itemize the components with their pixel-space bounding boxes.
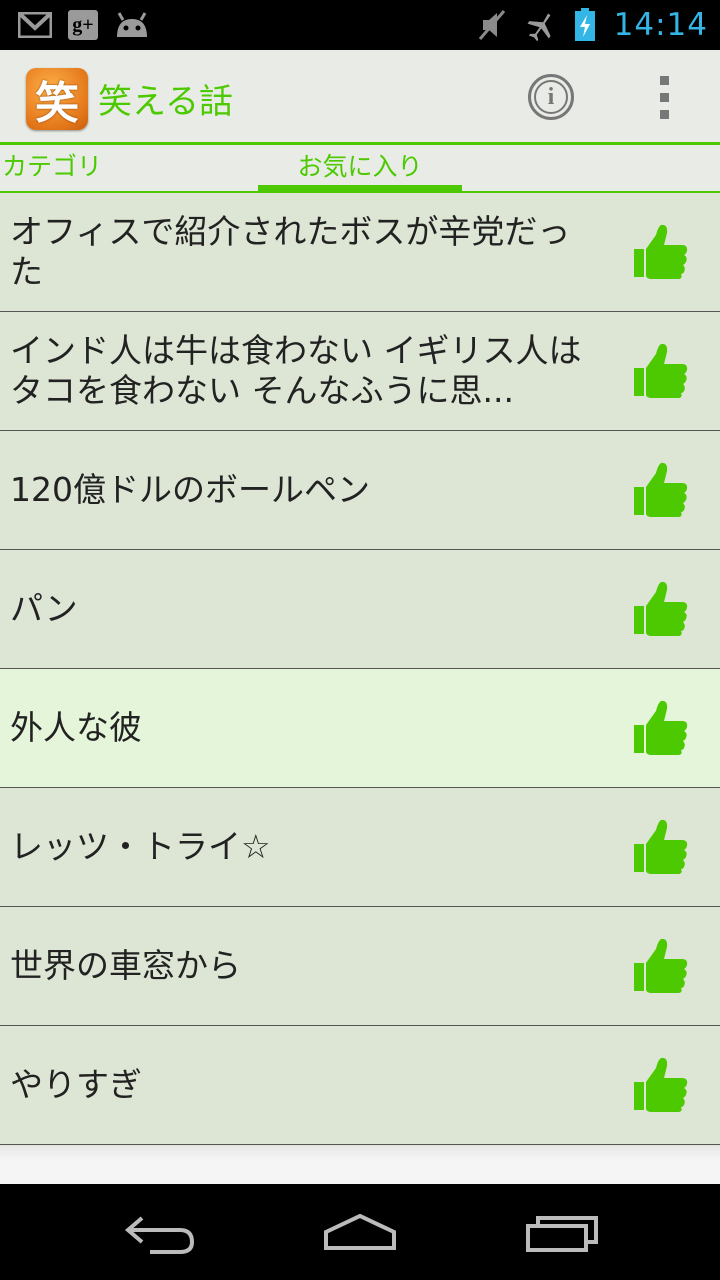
list-item[interactable]: 世界の車窓から [0,907,720,1026]
overflow-dot-icon [659,93,669,102]
list-footer [0,1146,720,1184]
thumbs-up-icon[interactable] [630,342,690,400]
item-title: パン [10,589,78,628]
list-item[interactable]: 120億ドルのボールペン [0,431,720,550]
item-title: レッツ・トライ☆ [10,827,271,866]
thumbs-up-icon[interactable] [630,818,690,876]
clock: 14:14 [613,7,708,43]
google-plus-icon: g+ [68,10,98,40]
back-icon[interactable] [120,1208,200,1258]
item-title: オフィスで紹介されたボスが辛党だった [10,212,571,291]
thumbs-up-icon[interactable] [630,699,690,757]
navigation-bar [0,1184,720,1280]
tab-category[interactable]: カテゴリ [2,147,102,195]
item-title: 世界の車窓から [10,946,241,985]
thumbs-up-icon[interactable] [630,580,690,638]
action-bar: 笑 笑える話 i [0,50,720,144]
favorites-list[interactable]: オフィスで紹介されたボスが辛党だった インド人は牛は食わない イギリス人はタコを… [0,193,720,1146]
mute-icon [478,10,505,40]
thumbs-up-icon[interactable] [630,461,690,519]
battery-charging-icon [574,8,595,41]
overflow-dot-icon [659,76,669,85]
item-title: やりすぎ [10,1065,142,1104]
overflow-dot-icon [659,110,669,119]
notification-icons: g+ [18,10,150,40]
list-item-selected[interactable]: 外人な彼 [0,669,720,788]
thumbs-up-icon[interactable] [630,937,690,995]
status-bar: g+ 14:14 [0,0,720,50]
list-item[interactable]: パン [0,550,720,669]
thumbs-up-icon[interactable] [630,1056,690,1114]
gmail-icon [18,12,52,38]
item-title: 120億ドルのボールペン [10,470,370,509]
home-icon[interactable] [320,1208,400,1258]
info-icon: i [534,80,568,114]
app-title: 笑える話 [98,82,233,122]
airplane-icon [527,13,551,41]
item-title: 外人な彼 [10,708,142,747]
list-item[interactable]: レッツ・トライ☆ [0,788,720,907]
item-title: インド人は牛は食わない イギリス人はタコを食わない そんなふうに思... [10,331,582,410]
list-item[interactable]: インド人は牛は食わない イギリス人はタコを食わない そんなふうに思... [0,312,720,431]
system-icons: 14:14 [478,6,708,44]
app-icon[interactable]: 笑 [26,68,88,130]
tab-bar: カテゴリ お気に入り [0,145,720,193]
thumbs-up-icon[interactable] [630,223,690,281]
overflow-menu-button[interactable] [652,76,676,120]
list-item[interactable]: やりすぎ [0,1026,720,1145]
android-icon [117,12,147,37]
recent-apps-icon[interactable] [522,1208,602,1258]
list-item[interactable]: オフィスで紹介されたボスが辛党だった [0,193,720,312]
info-button[interactable]: i [528,74,574,120]
